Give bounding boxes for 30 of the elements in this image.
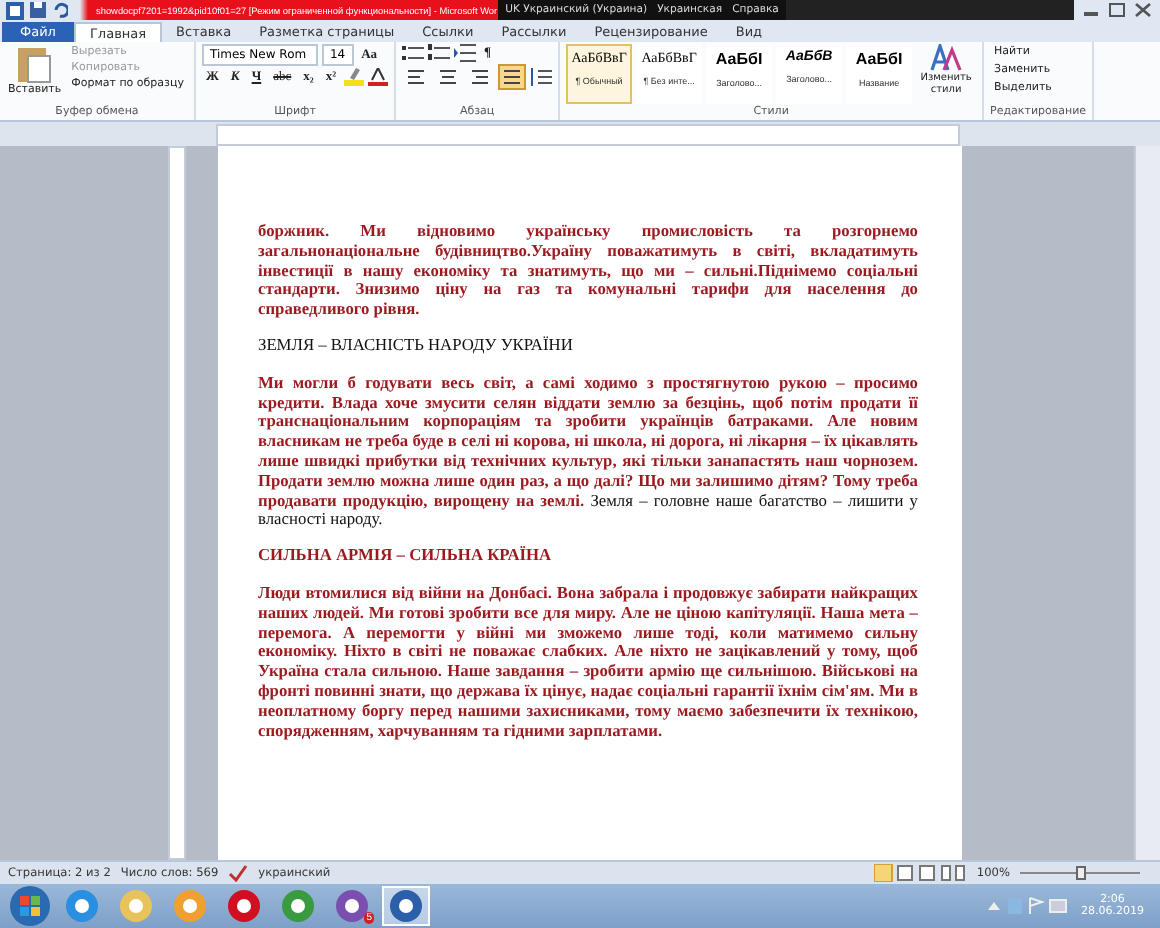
- line-spacing-icon[interactable]: [530, 68, 553, 86]
- app-icon: [172, 888, 208, 924]
- maximize-icon[interactable]: [1108, 2, 1126, 18]
- body-paragraph: Ми могли б годувати весь світ, а самі ходимо з простягнутою рукою – просимо кредити. Влада хоче змусити селян віддати землю за безцінь, щоб потім продати її транснаціональним корпораціям та зробити українців батраками. Але новим власникам не треба буде в селі ні корова, ні школа, ні дорога, ні лікарня – їх цікавлять лише швидкі прибутки від технічних культур, які тільки занапастять наш чорнозем. Продати землю можна лише один раз, а що далі? Що ми залишимо дітям? Тому треба продавати продукцію, вирощену на землі. Земля – головне наше багатство – лишити у власності народу.: [258, 373, 918, 531]
- view-icons-drawing[interactable]: [874, 864, 967, 882]
- app-icon: [280, 888, 316, 924]
- section-heading: ЗЕМЛЯ – ВЛАСНІСТЬ НАРОДУ УКРАЇНИ: [258, 335, 575, 356]
- indent-icon[interactable]: [454, 44, 477, 62]
- app-icon: [118, 888, 154, 924]
- align-icon[interactable]: [498, 64, 527, 90]
- body-paragraph: боржник. Ми відновимо українську промисловість та розгорнемо загальнонаціональне будівництво.Україну поважатимуть в світі, вкладатимуть інвестиції в нашу економіку та знатимуть, що ми – сильні.Піднімемо соціальні стандарти. Знизимо ціну на газ та комунальні тарифи для населення до справедливого рівня.: [258, 222, 918, 320]
- tray-icons-drawing: [987, 896, 1067, 916]
- close-icon[interactable]: [1134, 2, 1152, 18]
- bullets-icon[interactable]: [402, 44, 425, 62]
- taskbar-app[interactable]: [382, 886, 430, 926]
- app-icon: [334, 888, 370, 924]
- save-icon[interactable]: [30, 2, 46, 18]
- letters-icon: [930, 44, 963, 72]
- numbering-icon[interactable]: [428, 44, 451, 62]
- app-icon: [226, 888, 262, 924]
- vertical-scrollbar[interactable]: [1134, 146, 1160, 860]
- app-icon: [388, 888, 424, 924]
- start-icon[interactable]: [8, 884, 52, 928]
- section-heading: СИЛЬНА АРМІЯ – СИЛЬНА КРАЇНА: [258, 546, 554, 566]
- undo-icon[interactable]: [52, 2, 68, 18]
- app-icon: [64, 888, 100, 924]
- zoom-thumb[interactable]: [1076, 866, 1086, 880]
- body-paragraph: Люди втомилися від війни на Донбасі. Вона забрала і продовжує забирати найкращих наших людей. Ми готові зробити все для миру. Але не ціною капітуляції. Наша мета – перемога. А перемогти у війні ми зможемо лише тоді, коли матимемо сильну економіку. Ніхто в світі не поважає слабких. Але ніхто не зацікавлений у тому, щоб Україна стала сильною. Наше завдання – зробити армію ще сильнішою. Військові на фронті повинні знати, що держава їх цінує, надає соціальні гарантії їхнім сім'ям. Ми в неоплатному боргу перед нашими захисниками, тому маємо забезпечити їх технікою, спорядженням, харчуванням та гідними зарплатами.: [258, 583, 918, 741]
- spellcheck-icon[interactable]: [228, 864, 249, 882]
- font-color-icon[interactable]: [368, 68, 389, 86]
